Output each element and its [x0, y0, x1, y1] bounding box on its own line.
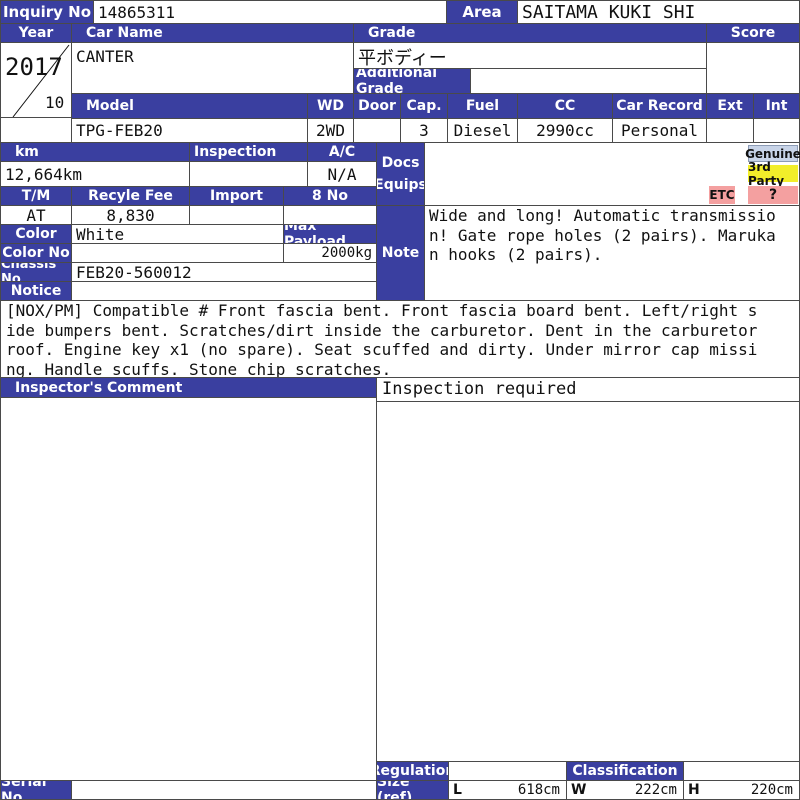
inspector-right-area	[376, 377, 800, 762]
max-payload-value: 2000kg	[283, 243, 377, 263]
serial-no-value	[71, 780, 377, 800]
cap-value: 3	[400, 118, 448, 143]
size-w-cell: W 222cm	[566, 780, 684, 800]
size-h-label: H	[688, 782, 700, 798]
fuel-label: Fuel	[447, 93, 518, 119]
notice-label: Notice	[0, 281, 72, 301]
classification-value	[683, 761, 800, 781]
eight-no-value	[283, 205, 377, 225]
int-value	[753, 118, 800, 143]
year-box-fill	[0, 117, 72, 143]
chassis-no-value: FEB20-560012	[71, 262, 377, 282]
score-value	[706, 42, 800, 94]
area-value: SAITAMA KUKI SHI	[517, 0, 800, 24]
chassis-no-label: Chassis No	[0, 262, 72, 282]
door-label: Door	[353, 93, 401, 119]
km-value: 12,664km	[0, 161, 190, 187]
inquiry-no-value: 14865311	[93, 0, 447, 24]
grade-label: Grade	[353, 23, 707, 43]
additional-grade-label: Additional Grade	[353, 68, 471, 94]
fuel-value: Diesel	[447, 118, 518, 143]
km-label: km	[0, 142, 190, 162]
size-ref-label: Size (ref)	[376, 780, 449, 800]
cap-label: Cap.	[400, 93, 448, 119]
size-w-value: 222cm	[634, 782, 677, 798]
inquiry-no-label: Inquiry No	[0, 0, 94, 24]
int-label: Int	[753, 93, 800, 119]
wd-value: 2WD	[307, 118, 354, 143]
inspector-comment-label: Inspector's Comment	[0, 377, 377, 398]
note-text: Wide and long! Automatic transmission! G…	[429, 206, 776, 264]
note-label: Note	[376, 205, 425, 301]
door-value	[353, 118, 401, 143]
color-label: Color	[0, 224, 72, 244]
inspection-value	[189, 161, 308, 187]
ext-label: Ext	[706, 93, 754, 119]
equips-label: Equips	[376, 177, 425, 193]
score-label: Score	[706, 23, 800, 43]
serial-no-label: Serial No	[0, 780, 72, 800]
inspection-label: Inspection	[189, 142, 308, 162]
inspector-left-area	[0, 397, 377, 782]
size-l-value: 618cm	[517, 782, 560, 798]
question-badge: ?	[748, 186, 798, 204]
size-l-cell: L 618cm	[448, 780, 567, 800]
size-h-cell: H 220cm	[683, 780, 800, 800]
docs-equips-value	[424, 142, 800, 206]
year-value: 2017	[5, 53, 63, 81]
year-label: Year	[0, 23, 72, 43]
car-name-value: CANTER	[71, 42, 354, 94]
month-value: 10	[45, 93, 65, 112]
import-value	[189, 205, 284, 225]
third-party-badge: 3rd Party	[748, 160, 798, 188]
recycle-fee-value: 8,830	[71, 205, 190, 225]
docs-label: Docs	[381, 155, 420, 171]
model-value: TPG-FEB20	[71, 118, 308, 143]
size-l-label: L	[453, 782, 462, 798]
etc-badge: ETC	[709, 186, 735, 204]
area-label: Area	[446, 0, 518, 24]
tm-value: AT	[0, 205, 72, 225]
docs-equips-label: Docs Equips	[376, 142, 425, 206]
ac-label: A/C	[307, 142, 377, 162]
import-label: Import	[189, 186, 284, 206]
color-no-value	[71, 243, 284, 263]
size-h-value: 220cm	[750, 782, 793, 798]
regulation-value	[448, 761, 567, 781]
car-record-value: Personal	[612, 118, 707, 143]
car-record-label: Car Record	[612, 93, 707, 119]
grade-value: 平ボディー	[353, 42, 707, 69]
inspection-required-text: Inspection required	[382, 379, 577, 399]
cc-value: 2990cc	[517, 118, 613, 143]
max-payload-label: Max Payload	[283, 224, 377, 244]
classification-label: Classification	[566, 761, 684, 781]
model-label: Model	[71, 93, 308, 119]
ext-value	[706, 118, 754, 143]
notice-label-filler	[71, 281, 377, 301]
size-w-label: W	[571, 782, 587, 798]
tm-label: T/M	[0, 186, 72, 206]
color-value: White	[71, 224, 284, 244]
cc-label: CC	[517, 93, 613, 119]
car-name-label: Car Name	[71, 23, 354, 43]
ac-value: N/A	[307, 161, 377, 187]
wd-label: WD	[307, 93, 354, 119]
notice-text: [NOX/PM] Compatible # Front fascia bent.…	[6, 301, 758, 377]
year-box: 2017 10	[0, 42, 72, 118]
color-no-label: Color No	[0, 243, 72, 263]
recycle-fee-label: Recyle Fee	[71, 186, 190, 206]
regulation-label: Regulation	[376, 761, 449, 781]
eight-no-label: 8 No	[283, 186, 377, 206]
additional-grade-value	[470, 68, 707, 94]
